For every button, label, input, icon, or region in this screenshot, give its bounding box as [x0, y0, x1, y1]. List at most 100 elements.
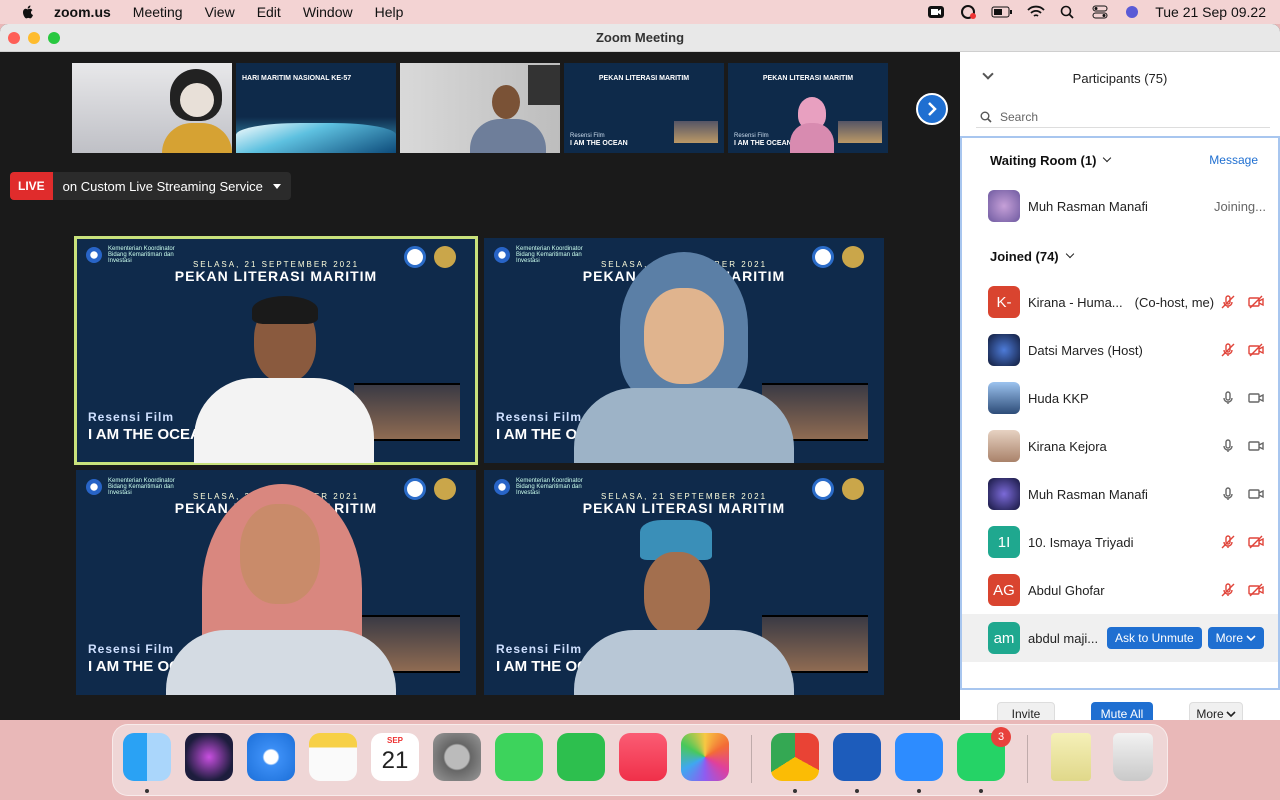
participant-thumbnail[interactable]: PEKAN LITERASI MARITIM Resensi Film I AM… — [564, 63, 724, 153]
participant-row[interactable]: AG Abdul Ghofar — [962, 566, 1278, 614]
waiting-participant-row[interactable]: Muh Rasman Manafi Joining... — [962, 182, 1278, 230]
participant-row[interactable]: Kirana Kejora — [962, 422, 1278, 470]
messages-icon[interactable] — [495, 733, 543, 781]
mic-muted-icon[interactable] — [1220, 342, 1236, 358]
whatsapp-icon[interactable]: 3 — [957, 727, 1011, 781]
participant-thumbnail[interactable]: HARI MARITIM NASIONAL KE-57 — [236, 63, 396, 153]
next-page-button[interactable] — [916, 93, 948, 125]
siri-icon[interactable] — [1123, 5, 1141, 19]
menu-bar: zoom.us Meeting View Edit Window Help Tu… — [0, 0, 1280, 24]
video-tile[interactable]: Kementerian Koordinator Bidang Kemaritim… — [76, 470, 476, 695]
participant-name: Kirana - Huma... — [1028, 294, 1123, 310]
film-title: I AM THE OC — [496, 658, 588, 675]
live-stream-menu[interactable]: LIVE on Custom Live Streaming Service — [10, 172, 291, 200]
video-tile[interactable]: Kementerian Koordinator Bidang Kemaritim… — [484, 470, 884, 695]
search-input[interactable]: Search — [1000, 110, 1038, 124]
avatar — [988, 334, 1020, 366]
app-menu[interactable]: zoom.us — [54, 4, 111, 20]
caret-down-icon — [272, 183, 281, 189]
zoom-icon[interactable] — [895, 733, 943, 781]
menu-meeting[interactable]: Meeting — [133, 4, 183, 20]
waiting-room-header[interactable]: Waiting Room (1) Message — [962, 138, 1278, 182]
music-icon[interactable] — [619, 733, 667, 781]
mic-muted-icon[interactable] — [1220, 534, 1236, 550]
video-icon[interactable] — [1248, 438, 1264, 454]
ask-to-unmute-button[interactable]: Ask to Unmute — [1106, 627, 1202, 649]
video-off-icon[interactable] — [1248, 342, 1264, 358]
finder-icon[interactable] — [123, 733, 171, 781]
zoom-window-button[interactable] — [48, 32, 60, 44]
chevron-down-icon — [1246, 635, 1256, 642]
notes-icon[interactable] — [309, 733, 357, 781]
close-window-button[interactable] — [8, 32, 20, 44]
participant-row[interactable]: K- Kirana - Huma... (Co-host, me) — [962, 278, 1278, 326]
documents-stack-icon[interactable] — [1051, 733, 1091, 781]
mic-muted-icon[interactable] — [1220, 294, 1236, 310]
control-center-icon[interactable] — [1091, 5, 1109, 19]
system-preferences-icon[interactable] — [433, 733, 481, 781]
participant-row[interactable]: Datsi Marves (Host) — [962, 326, 1278, 374]
wifi-icon[interactable] — [1027, 5, 1045, 19]
apple-menu-icon[interactable] — [20, 4, 36, 20]
word-icon[interactable] — [833, 733, 881, 781]
more-label: More — [1196, 707, 1224, 720]
safari-icon[interactable] — [247, 733, 295, 781]
avatar: am — [988, 622, 1020, 654]
video-off-icon[interactable] — [1248, 294, 1264, 310]
joined-label: Joined (74) — [990, 248, 1059, 264]
participants-title: Participants (75) — [1072, 70, 1168, 86]
search-participants[interactable]: Search — [976, 106, 1270, 128]
thumbnail-title: PEKAN LITERASI MARITIM — [762, 75, 854, 82]
video-icon[interactable] — [1248, 486, 1264, 502]
video-off-icon[interactable] — [1248, 534, 1264, 550]
participant-more-button[interactable]: More — [1207, 627, 1264, 649]
trash-icon[interactable] — [1113, 733, 1153, 781]
menu-edit[interactable]: Edit — [257, 4, 281, 20]
live-stream-text: on Custom Live Streaming Service — [62, 178, 263, 194]
video-icon[interactable] — [1248, 390, 1264, 406]
participant-thumbnail[interactable]: PEKAN LITERASI MARITIM Resensi Film I AM… — [728, 63, 888, 153]
film-label: Resensi Film — [496, 642, 583, 656]
participant-row[interactable]: Muh Rasman Manafi — [962, 470, 1278, 518]
joined-header[interactable]: Joined (74) — [962, 234, 1278, 278]
siri-icon[interactable] — [185, 733, 233, 781]
battery-icon[interactable] — [991, 5, 1013, 19]
participant-name: Kirana Kejora — [1028, 438, 1107, 454]
avatar: K- — [988, 286, 1020, 318]
photos-icon[interactable] — [681, 733, 729, 781]
message-waiting-room-button[interactable]: Message — [1209, 153, 1258, 167]
collapse-chevron-icon[interactable] — [982, 68, 994, 80]
thumbnail-sub2: I AM THE OCEAN — [734, 140, 792, 147]
mute-all-button[interactable]: Mute All — [1091, 702, 1153, 720]
window-title: Zoom Meeting — [595, 30, 685, 45]
mic-icon[interactable] — [1220, 438, 1236, 454]
video-off-icon[interactable] — [1248, 582, 1264, 598]
menubar-clock[interactable]: Tue 21 Sep 09.22 — [1155, 4, 1266, 20]
participant-name: abdul maji... — [1028, 630, 1099, 646]
participant-row[interactable]: Huda KKP — [962, 374, 1278, 422]
mic-muted-icon[interactable] — [1220, 582, 1236, 598]
chrome-icon[interactable] — [771, 733, 819, 781]
calendar-icon[interactable]: SEP 21 — [371, 733, 419, 781]
participants-panel: Participants (75) Search Waiting Room (1… — [960, 52, 1280, 720]
footer-more-button[interactable]: More — [1189, 702, 1243, 720]
invite-button[interactable]: Invite — [997, 702, 1055, 720]
video-area: HARI MARITIM NASIONAL KE-57 PEKAN LITERA… — [0, 52, 960, 720]
participant-row[interactable]: 1I 10. Ismaya Triyadi — [962, 518, 1278, 566]
menu-view[interactable]: View — [205, 4, 235, 20]
creative-cloud-icon[interactable] — [959, 5, 977, 19]
video-tile-active-speaker[interactable]: Kementerian Koordinator Bidang Kemaritim… — [74, 236, 478, 465]
menu-help[interactable]: Help — [375, 4, 404, 20]
facetime-icon[interactable] — [557, 733, 605, 781]
participant-thumbnail[interactable] — [72, 63, 232, 153]
minimize-window-button[interactable] — [28, 32, 40, 44]
participant-thumbnail[interactable] — [400, 63, 560, 153]
mic-icon[interactable] — [1220, 390, 1236, 406]
spotlight-icon[interactable] — [1059, 5, 1077, 19]
menu-window[interactable]: Window — [303, 4, 353, 20]
mic-icon[interactable] — [1220, 486, 1236, 502]
video-tile[interactable]: Kementerian Koordinator Bidang Kemaritim… — [484, 238, 884, 463]
zoom-status-icon[interactable] — [927, 5, 945, 19]
event-title: PEKAN LITERASI MARITIM — [174, 268, 378, 284]
participant-row-hovered[interactable]: am abdul maji... Ask to Unmute More — [962, 614, 1278, 662]
